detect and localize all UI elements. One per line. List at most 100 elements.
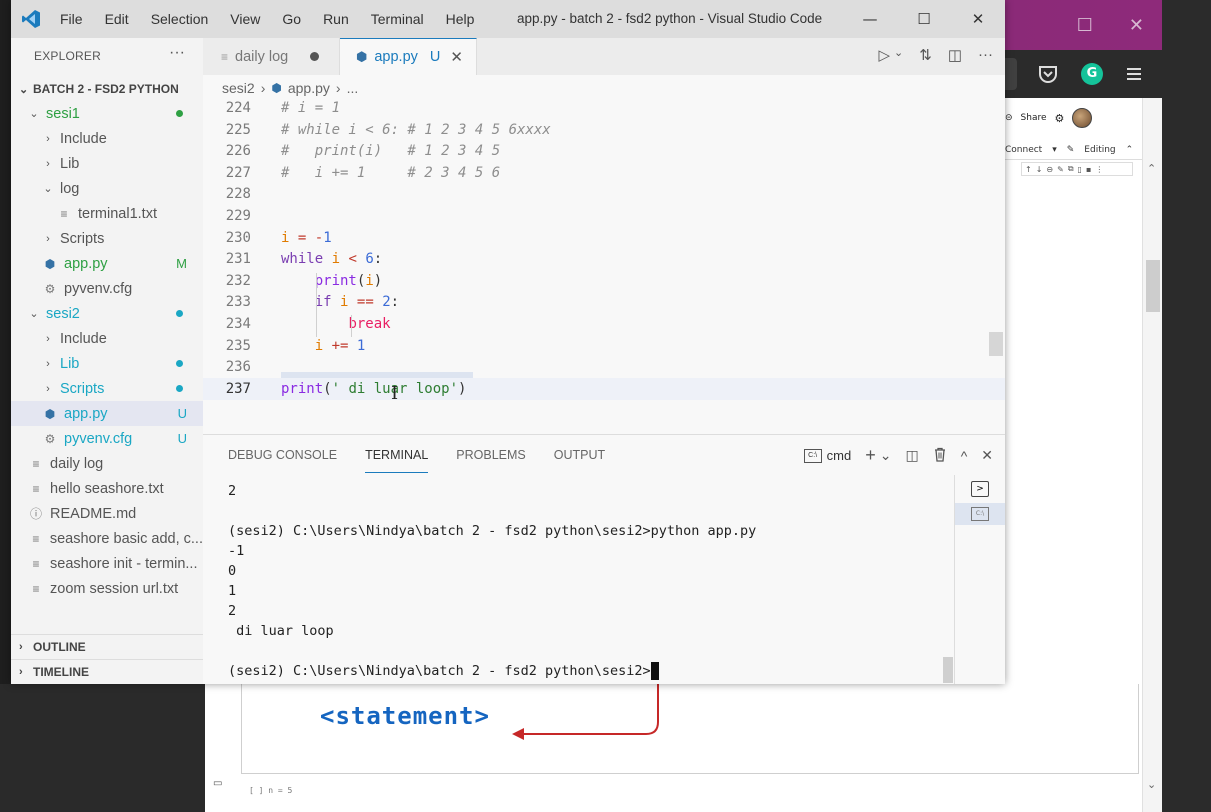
tab-debug-console[interactable]: DEBUG CONSOLE	[228, 448, 337, 462]
code-line[interactable]: 234 break	[203, 313, 1005, 335]
tree-item[interactable]: ≡ terminal1.txt	[11, 201, 203, 226]
hamburger-menu-icon[interactable]	[1125, 65, 1143, 83]
tab-output[interactable]: OUTPUT	[554, 448, 605, 462]
tree-item[interactable]: › Include	[11, 126, 203, 151]
code-line[interactable]: 229	[203, 205, 1005, 227]
edit-icon[interactable]: ✎	[1057, 165, 1064, 174]
breadcrumb-symbol[interactable]: ...	[347, 80, 359, 96]
code-line[interactable]: 228	[203, 183, 1005, 205]
address-bar-edge[interactable]	[1003, 58, 1017, 90]
split-terminal-icon[interactable]: ◫	[905, 447, 918, 464]
move-up-icon[interactable]: ↑	[1025, 165, 1032, 174]
code-line[interactable]: 230 i = -1	[203, 227, 1005, 249]
split-editor-icon[interactable]: ◫	[948, 46, 962, 64]
close-icon[interactable]: ✕	[450, 48, 463, 66]
menu-view[interactable]: View	[230, 11, 260, 27]
tree-item[interactable]: ⓘ README.md	[11, 501, 203, 526]
chevron-down-icon[interactable]: ⌄	[894, 46, 903, 64]
tree-item[interactable]: › Include	[11, 326, 203, 351]
minimize-icon[interactable]: —	[843, 10, 897, 28]
menu-go[interactable]: Go	[282, 11, 301, 27]
link-icon[interactable]: ⊖	[1046, 165, 1053, 174]
chevron-down-icon[interactable]: ▾	[1052, 145, 1057, 155]
code-line[interactable]: 237 print(' di luar loop')	[203, 377, 1005, 400]
code-line[interactable]: 227 # i += 1 # 2 3 4 5 6	[203, 162, 1005, 184]
editor-scrollbar[interactable]	[989, 332, 1003, 356]
code-line[interactable]: 225 # while i < 6: # 1 2 3 4 5 6xxxx	[203, 119, 1005, 141]
more-actions-icon[interactable]: ···	[169, 44, 185, 62]
terminal-scrollbar[interactable]	[943, 657, 953, 683]
terminal-prompt-icon[interactable]: >	[971, 481, 989, 497]
compare-icon[interactable]: ⇅	[919, 46, 932, 64]
gear-icon[interactable]: ⚙	[1055, 112, 1065, 125]
code-line[interactable]: 233 if i == 2:	[203, 291, 1005, 313]
tree-item[interactable]: › Lib	[11, 351, 203, 376]
code-line[interactable]: 224 # i = 1	[203, 101, 1005, 119]
share-button[interactable]: Share	[1021, 113, 1047, 123]
menu-selection[interactable]: Selection	[151, 11, 209, 27]
chevron-down-icon[interactable]: ⌄	[880, 447, 892, 464]
copy-icon[interactable]: ⧉	[1068, 164, 1074, 174]
menu-help[interactable]: Help	[446, 11, 475, 27]
grammarly-icon[interactable]: G	[1081, 63, 1103, 85]
breadcrumb-folder[interactable]: sesi2	[222, 80, 255, 96]
chevron-up-icon[interactable]: ⌃	[1147, 162, 1156, 175]
more-icon[interactable]: ⋮	[1095, 165, 1103, 174]
delete-icon[interactable]: ▪	[1086, 165, 1091, 174]
tree-item[interactable]: ≡ zoom session url.txt	[11, 576, 203, 601]
maximize-icon[interactable]: ☐	[897, 10, 951, 28]
menu-edit[interactable]: Edit	[105, 11, 129, 27]
tab-app-py[interactable]: ⬢ app.py U ✕	[340, 38, 477, 75]
tree-item[interactable]: › Lib	[11, 151, 203, 176]
terminal-profile[interactable]: C:\ cmd	[803, 448, 851, 463]
chevron-down-icon[interactable]: ⌄	[1147, 778, 1156, 791]
tree-item[interactable]: ⌄ sesi1	[11, 101, 203, 126]
outline-section[interactable]: › OUTLINE	[11, 634, 203, 659]
timeline-section[interactable]: › TIMELINE	[11, 659, 203, 684]
add-terminal-icon[interactable]: +	[865, 445, 876, 466]
browser-close-icon[interactable]: ✕	[1129, 15, 1144, 36]
code-line[interactable]: 232 print(i)	[203, 270, 1005, 292]
terminal-instance-cmd[interactable]: C:\	[955, 503, 1005, 525]
browser-scrollbar[interactable]: ⌃ ⌄	[1142, 98, 1162, 812]
move-down-icon[interactable]: ↓	[1036, 165, 1043, 174]
chevron-up-icon[interactable]: ⌃	[1126, 145, 1134, 155]
menu-run[interactable]: Run	[323, 11, 349, 27]
editing-mode[interactable]: Editing	[1084, 145, 1115, 155]
tree-item[interactable]: › Scripts	[11, 376, 203, 401]
more-actions-icon[interactable]: ···	[978, 46, 993, 64]
tab-terminal[interactable]: TERMINAL	[365, 437, 429, 473]
close-panel-icon[interactable]: ✕	[981, 447, 993, 464]
workspace-folder[interactable]: ⌄ BATCH 2 - FSD2 PYTHON	[11, 78, 203, 100]
menu-file[interactable]: File	[60, 11, 83, 27]
pocket-icon[interactable]	[1037, 63, 1059, 85]
breadcrumb-file[interactable]: app.py	[288, 80, 330, 96]
code-line[interactable]: 235 i += 1	[203, 335, 1005, 357]
next-code-cell[interactable]: [ ] n = 5	[249, 786, 292, 795]
tree-item[interactable]: ≡ daily log	[11, 451, 203, 476]
tree-item[interactable]: ⌄ sesi2	[11, 301, 203, 326]
tree-item[interactable]: ≡ seashore init - termin...	[11, 551, 203, 576]
tree-item[interactable]: ⚙ pyvenv.cfg	[11, 276, 203, 301]
tree-item[interactable]: ≡ seashore basic add, c...	[11, 526, 203, 551]
scrollbar-thumb[interactable]	[1146, 260, 1160, 312]
menu-terminal[interactable]: Terminal	[371, 11, 424, 27]
code-line[interactable]: 231 while i < 6:	[203, 248, 1005, 270]
tab-problems[interactable]: PROBLEMS	[456, 448, 525, 462]
chevron-up-icon[interactable]: ^	[961, 448, 968, 464]
mirror-icon[interactable]: ▯	[1078, 165, 1082, 174]
tree-item[interactable]: ⌄ log	[11, 176, 203, 201]
tree-item[interactable]: ≡ hello seashore.txt	[11, 476, 203, 501]
code-line[interactable]: 226 # print(i) # 1 2 3 4 5	[203, 140, 1005, 162]
avatar[interactable]	[1072, 108, 1093, 128]
code-editor[interactable]: 224 # i = 1 225 # while i < 6: # 1 2 3 4 5 …	[203, 101, 1005, 434]
close-icon[interactable]: ✕	[951, 10, 1005, 28]
tree-item[interactable]: ⬢ app.py U	[11, 401, 203, 426]
run-icon[interactable]: ▷	[878, 46, 890, 64]
code-line[interactable]: 236	[203, 356, 1005, 378]
tab-daily-log[interactable]: ≡ daily log	[203, 38, 340, 75]
tree-item[interactable]: › Scripts	[11, 226, 203, 251]
connect-button[interactable]: Connect	[1005, 145, 1042, 155]
tree-item[interactable]: ⬢ app.py M	[11, 251, 203, 276]
unsaved-dot-icon[interactable]	[310, 52, 320, 61]
